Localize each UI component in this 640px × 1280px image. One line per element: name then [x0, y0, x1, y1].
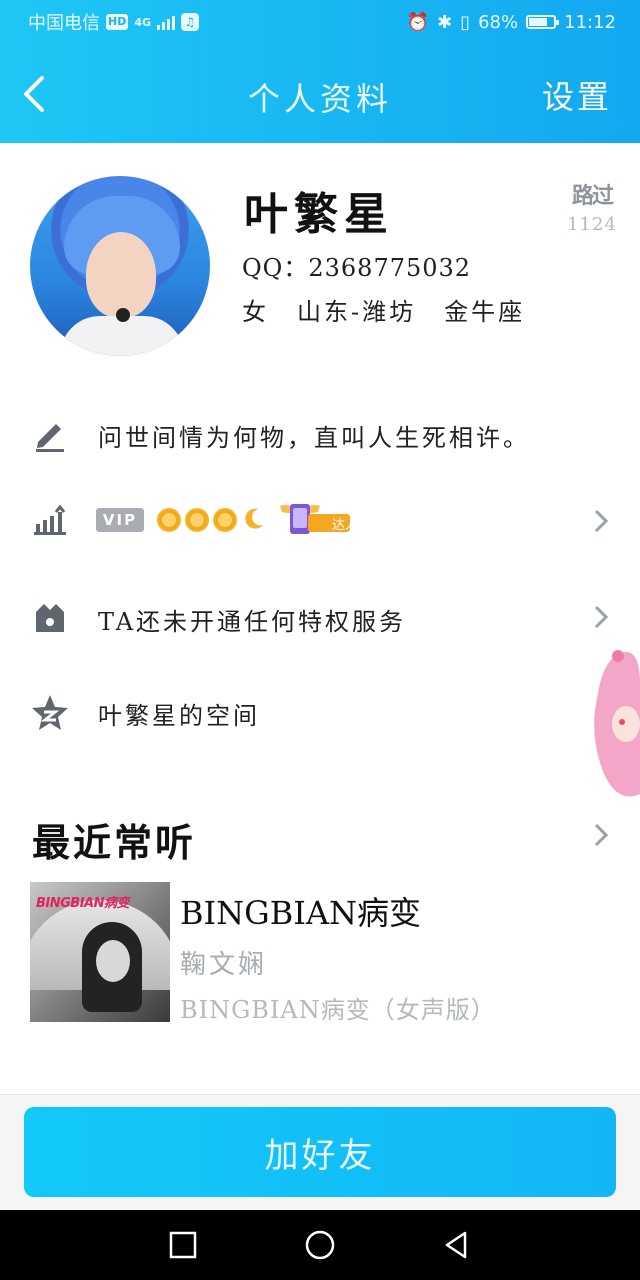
qq-number-line: QQ：2368775032 — [242, 248, 471, 283]
home-icon[interactable] — [303, 1228, 337, 1262]
chevron-right-icon — [594, 605, 609, 629]
sun-level-icon — [157, 508, 181, 532]
add-friend-button[interactable]: 加好友 — [24, 1107, 616, 1197]
crown-icon — [36, 604, 64, 632]
chevron-right-icon — [594, 509, 609, 533]
signature-row[interactable]: 问世间情为何物，直叫人生死相许。 — [0, 406, 640, 466]
visits-count: 1124 — [567, 214, 617, 235]
back-triangle-icon[interactable] — [440, 1228, 474, 1262]
signature-text: 问世间情为何物，直叫人生死相许。 — [98, 424, 530, 452]
song-title[interactable]: BINGBIAN病变 — [180, 888, 421, 934]
recent-apps-icon[interactable] — [166, 1228, 200, 1262]
status-right: ⏰ ✱ ▯ 68% 11:12 — [407, 12, 616, 33]
bluetooth-icon: ✱ — [437, 11, 453, 33]
song-cover[interactable]: BINGBIAN病变 — [30, 882, 170, 1022]
cover-title: BINGBIAN病变 — [36, 896, 129, 911]
chevron-right-icon[interactable] — [590, 820, 612, 850]
talent-label: 达人 — [332, 518, 359, 533]
avatar[interactable] — [30, 176, 210, 356]
sun-level-icon — [185, 508, 209, 532]
moon-level-icon — [245, 508, 263, 529]
profile-meta: 女 山东-潍坊 金牛座 — [242, 292, 525, 327]
profile-name: 叶繁星 — [244, 189, 394, 240]
privilege-row[interactable]: TA还未开通任何特权服务 — [0, 590, 640, 650]
vip-badge: VIP — [96, 508, 144, 532]
carrier-label: 中国电信 — [28, 13, 100, 34]
header-bar: 中国电信 HD 4G ♫ ⏰ ✱ ▯ 68% 11:12 个人资料 设置 — [0, 0, 640, 143]
qzone-text: 叶繁星的空间 — [98, 702, 260, 730]
visits-label: 路过 — [571, 183, 614, 209]
qq-label: QQ： — [242, 254, 309, 282]
qq-number: 2368775032 — [308, 254, 472, 282]
privilege-text: TA还未开通任何特权服务 — [98, 608, 407, 636]
floating-character-icon[interactable] — [588, 644, 640, 804]
music-app-icon: ♫ — [181, 13, 200, 31]
battery-icon — [526, 15, 560, 29]
qzone-row[interactable]: 叶繁星的空间 — [0, 684, 640, 744]
song-album: BINGBIAN病变（女声版） — [180, 996, 496, 1024]
settings-button[interactable]: 设置 — [542, 72, 612, 118]
clock: 11:12 — [564, 11, 616, 33]
zodiac: 金牛座 — [444, 298, 526, 326]
system-nav-bar — [0, 1210, 640, 1280]
status-bar: 中国电信 HD 4G ♫ ⏰ ✱ ▯ 68% 11:12 — [0, 0, 640, 44]
nav-bar: 个人资料 设置 — [0, 48, 640, 143]
edit-pencil-icon — [36, 424, 64, 452]
vibrate-icon: ▯ — [460, 11, 471, 33]
sun-level-icon — [213, 508, 237, 532]
visits-button[interactable]: 路过 1124 — [564, 178, 620, 235]
alarm-icon: ⏰ — [406, 11, 430, 33]
network-label: 4G — [134, 15, 152, 29]
gender: 女 — [242, 298, 269, 326]
vip-row[interactable]: VIP 达人 — [0, 498, 640, 558]
signal-icon — [157, 14, 176, 30]
level-bars-icon — [34, 504, 66, 535]
star-space-icon — [32, 695, 68, 730]
recent-listening-title: 最近常听 — [32, 820, 197, 865]
status-left: 中国电信 HD 4G ♫ — [28, 9, 200, 35]
song-artist: 鞠文娴 — [180, 950, 268, 980]
location: 山东-潍坊 — [297, 298, 417, 326]
battery-percent: 68% — [478, 11, 519, 33]
hd-badge: HD — [106, 14, 129, 30]
